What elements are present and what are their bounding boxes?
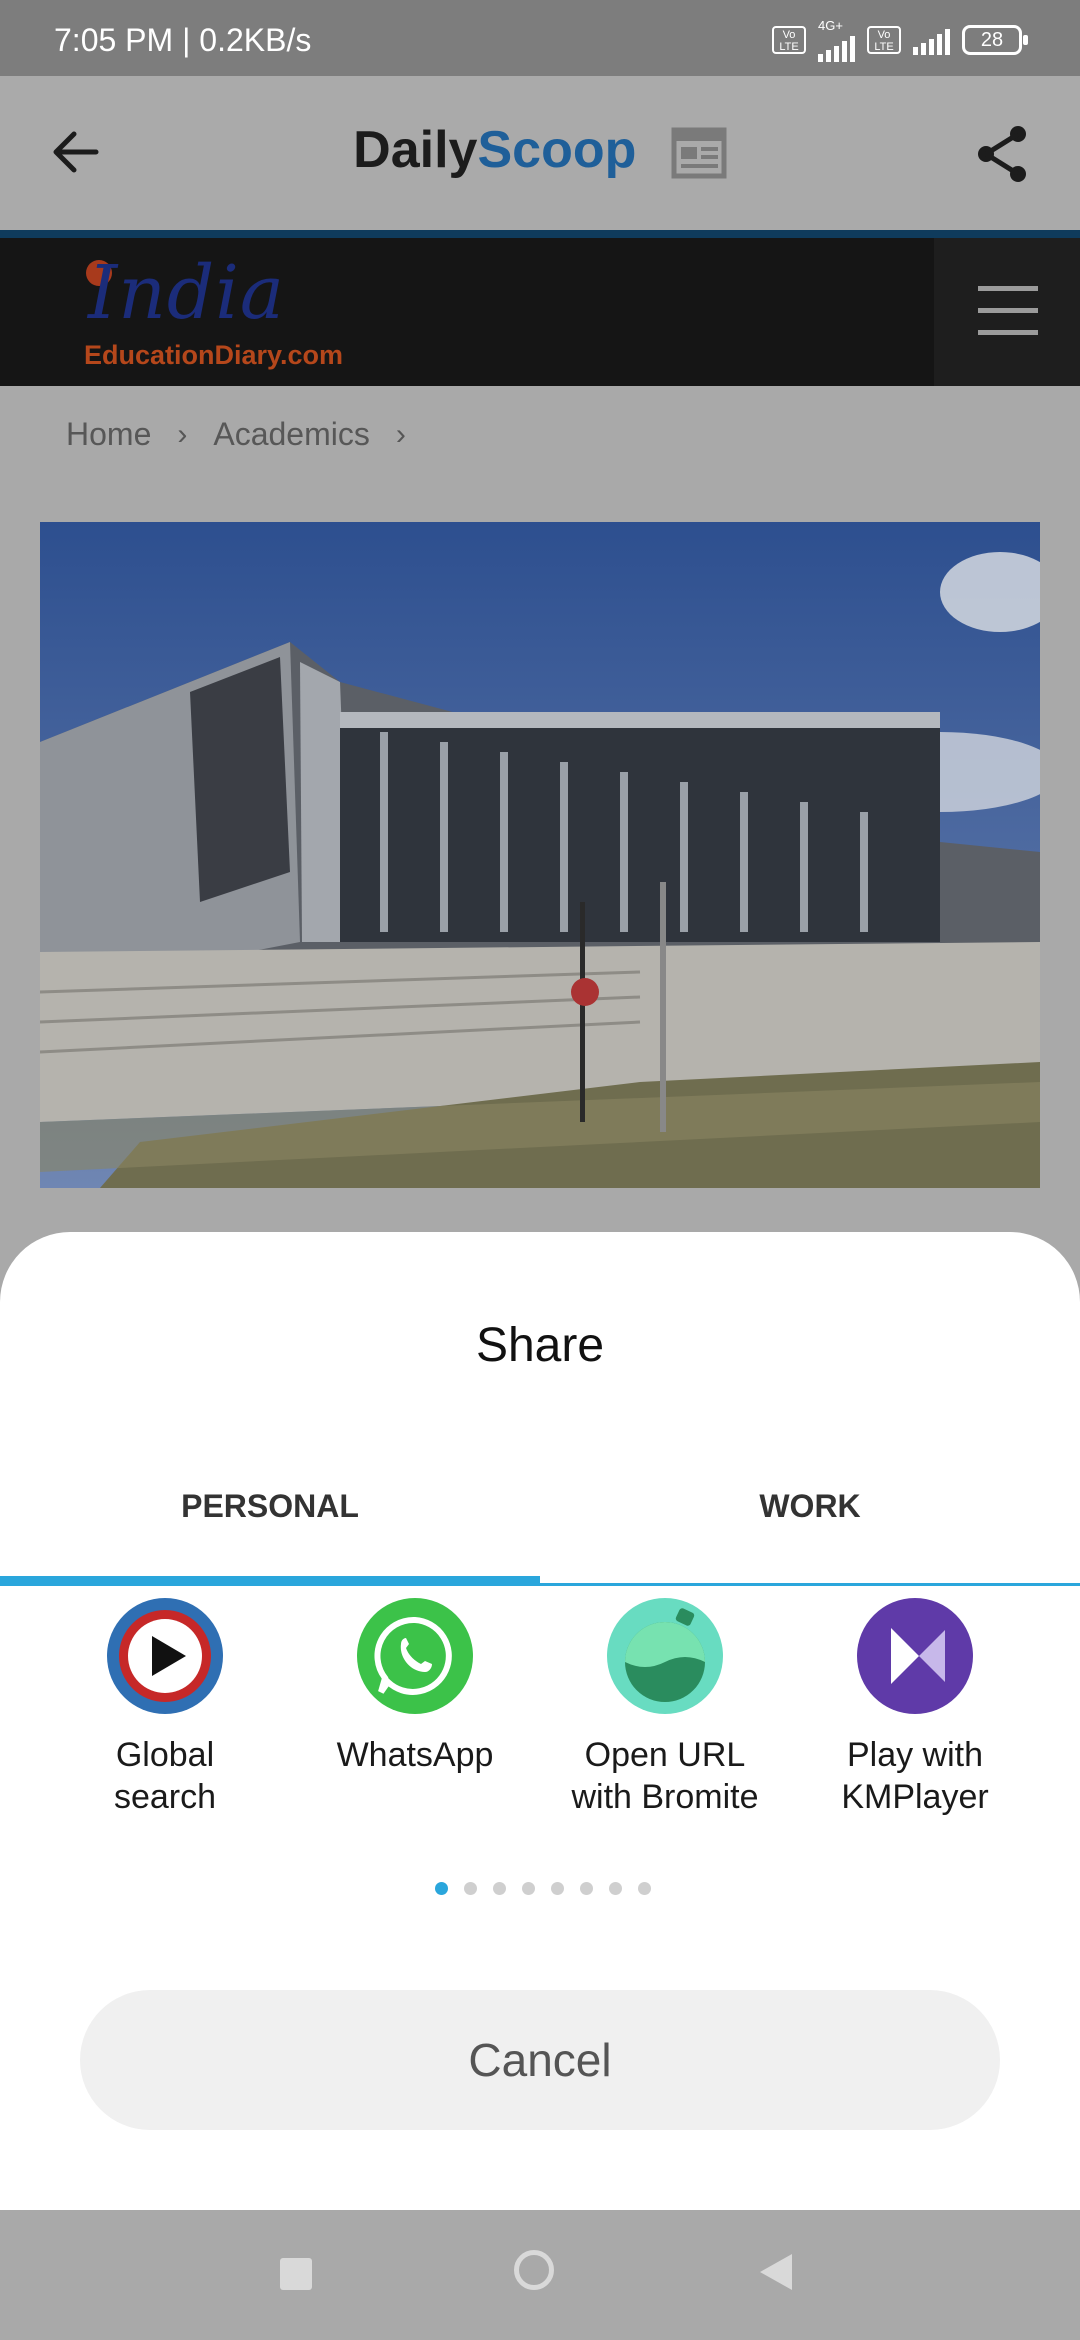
page-dot bbox=[551, 1882, 564, 1895]
status-bar: 7:05 PM | 0.2KB/s Vo LTE 4G+ Vo LTE 28 bbox=[0, 0, 1080, 76]
logo-top-text: India bbox=[88, 250, 286, 336]
page-indicator bbox=[435, 1882, 651, 1895]
breadcrumb-home[interactable]: Home bbox=[66, 416, 151, 453]
network-type: 4G+ bbox=[818, 17, 843, 33]
app-label-kmplayer: Play with KMPlayer bbox=[841, 1736, 989, 1816]
chevron-right-icon: › bbox=[395, 417, 406, 451]
page-dot bbox=[493, 1882, 506, 1895]
hamburger-menu-button[interactable] bbox=[934, 238, 1080, 386]
app-title-daily: Daily bbox=[353, 121, 478, 179]
page-dot bbox=[522, 1882, 535, 1895]
page-dot-active bbox=[435, 1882, 448, 1895]
global-search-icon bbox=[107, 1598, 223, 1714]
tab-personal[interactable]: PERSONAL bbox=[0, 1488, 540, 1525]
app-label-whatsapp: WhatsApp bbox=[336, 1736, 494, 1774]
hamburger-icon bbox=[978, 286, 1038, 291]
signal-icon-2 bbox=[913, 25, 950, 55]
page-dot bbox=[580, 1882, 593, 1895]
page-dot bbox=[464, 1882, 477, 1895]
share-sheet-title: Share bbox=[475, 1319, 605, 1372]
back-triangle-icon[interactable] bbox=[760, 2254, 792, 2290]
volte-icon: Vo LTE bbox=[772, 26, 806, 54]
kmplayer-icon bbox=[857, 1598, 973, 1714]
chevron-right-icon: › bbox=[177, 417, 188, 451]
share-target-bromite[interactable]: Open URL with Bromite bbox=[540, 1596, 790, 1818]
logo-bottom-text: EducationDiary.com bbox=[84, 340, 344, 370]
india-education-diary-logo[interactable]: India EducationDiary.com bbox=[80, 250, 380, 380]
header-divider bbox=[0, 230, 1080, 238]
share-target-whatsapp[interactable]: WhatsApp bbox=[290, 1596, 540, 1776]
newspaper-icon bbox=[671, 127, 727, 179]
breadcrumb: Home › Academics › bbox=[66, 416, 406, 453]
app-title-scoop: Scoop bbox=[477, 121, 637, 179]
app-title: DailyScoop bbox=[0, 120, 1080, 180]
bromite-icon bbox=[607, 1598, 723, 1714]
cancel-button[interactable]: Cancel bbox=[80, 1990, 1000, 2130]
recents-icon[interactable] bbox=[280, 2258, 312, 2290]
page-dot bbox=[638, 1882, 651, 1895]
status-time-speed: 7:05 PM | 0.2KB/s bbox=[54, 22, 312, 58]
battery-icon: 28 bbox=[962, 25, 1028, 55]
tab-selected-indicator bbox=[0, 1576, 540, 1586]
volte-icon-2: Vo LTE bbox=[867, 26, 901, 54]
tab-work[interactable]: WORK bbox=[540, 1488, 1080, 1525]
whatsapp-icon bbox=[357, 1598, 473, 1714]
app-label-bromite: Open URL with Bromite bbox=[571, 1736, 759, 1816]
signal-icon bbox=[818, 32, 855, 62]
share-icon[interactable] bbox=[972, 122, 1032, 186]
share-target-global-search[interactable]: Global search bbox=[40, 1596, 290, 1818]
article-image bbox=[40, 522, 1040, 1188]
breadcrumb-academics[interactable]: Academics bbox=[213, 416, 370, 453]
app-label-global-search: Global search bbox=[113, 1736, 217, 1816]
home-icon[interactable] bbox=[514, 2250, 554, 2290]
status-icons: Vo LTE 4G+ Vo LTE 28 bbox=[772, 17, 1028, 62]
page-dot bbox=[609, 1882, 622, 1895]
share-target-kmplayer[interactable]: Play with KMPlayer bbox=[790, 1596, 1040, 1818]
